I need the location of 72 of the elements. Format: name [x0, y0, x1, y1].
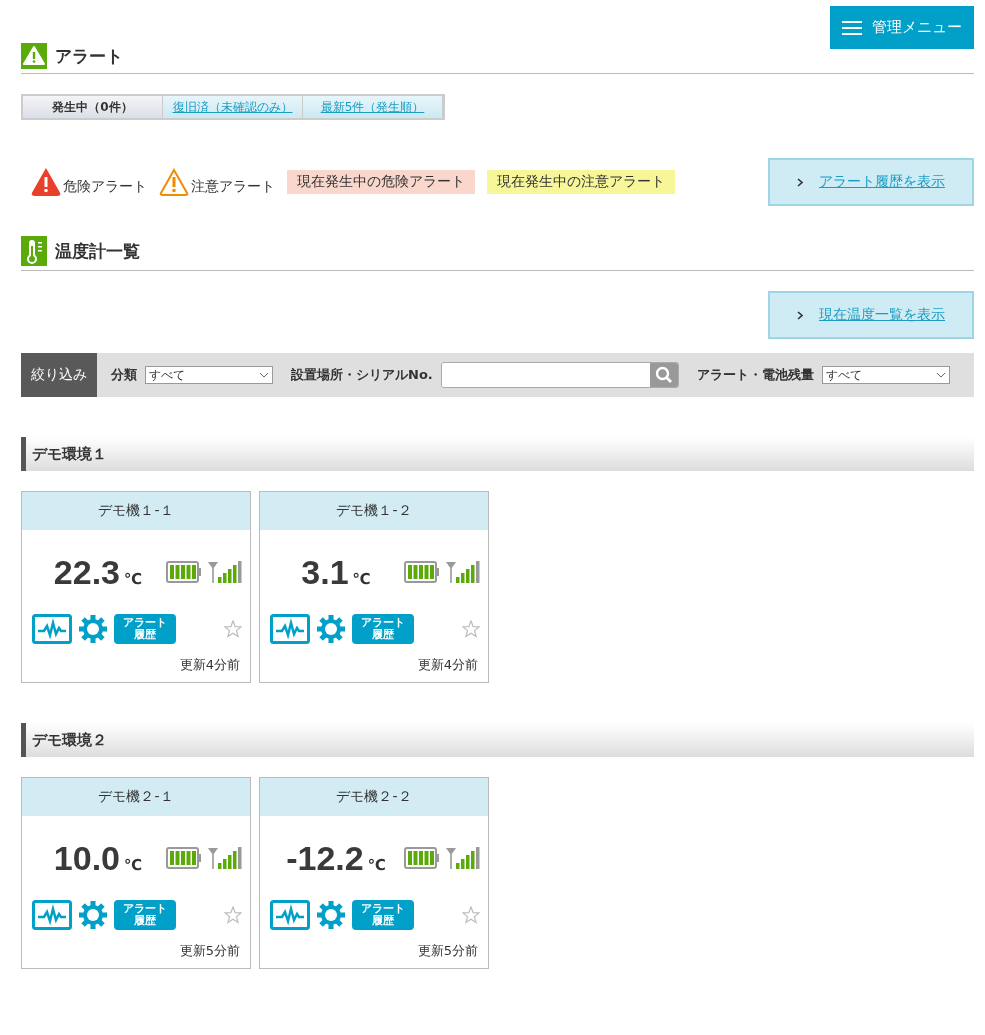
warning-icon — [21, 43, 47, 69]
updated-time: 更新4分前 — [179, 657, 240, 672]
search-icon — [654, 366, 673, 384]
alert-tab[interactable]: 最新5件（発生順） — [303, 96, 443, 118]
alert-history-button[interactable]: アラート履歴 — [114, 614, 176, 644]
category-select[interactable]: すべて — [145, 366, 273, 384]
updated-time: 更新4分前 — [417, 657, 478, 672]
temperature-unit: ℃ — [367, 855, 386, 874]
legend-swatch: 現在発生中の危険アラート — [287, 170, 475, 194]
battery-icon — [404, 847, 440, 869]
caret-icon — [259, 372, 269, 378]
menu-icon — [842, 19, 862, 36]
signal-icon — [208, 847, 244, 869]
legend-label: 注意アラート — [191, 178, 275, 196]
temperature-value: 10.0 — [53, 838, 120, 878]
signal-icon — [446, 847, 482, 869]
status-select[interactable]: すべて — [821, 366, 950, 384]
caret-icon — [935, 372, 946, 378]
section-title: アラート — [55, 44, 123, 68]
updated-time: 更新5分前 — [179, 943, 240, 958]
section-title: 温度計一覧 — [55, 239, 140, 263]
temperature-unit: ℃ — [124, 569, 143, 588]
device-name: デモ機２-１ — [22, 778, 250, 816]
star-icon[interactable] — [224, 620, 242, 638]
danger-icon — [31, 168, 61, 196]
temperature-unit: ℃ — [352, 569, 371, 588]
warning-icon — [159, 168, 189, 196]
gear-icon[interactable] — [316, 900, 346, 930]
alert-tab[interactable]: 発生中（0件） — [23, 96, 163, 118]
graph-icon[interactable] — [32, 614, 72, 644]
menu-button[interactable]: 管理メニュー — [830, 6, 974, 49]
signal-icon — [446, 561, 482, 583]
temperature-list-link[interactable]: 現在温度一覧を表示 — [768, 291, 974, 339]
device-name: デモ機１-１ — [22, 492, 250, 530]
gear-icon[interactable] — [316, 614, 346, 644]
graph-icon[interactable] — [32, 900, 72, 930]
filter-label: 絞り込み — [21, 353, 97, 397]
signal-icon — [208, 561, 244, 583]
alert-history-button[interactable]: アラート履歴 — [114, 900, 176, 930]
temperature-value: -12.2 — [286, 838, 364, 878]
temperature-value: 22.3 — [53, 552, 120, 592]
alert-history-button[interactable]: アラート履歴 — [352, 614, 414, 644]
graph-icon[interactable] — [270, 614, 310, 644]
star-icon[interactable] — [224, 906, 242, 924]
location-label: 設置場所・シリアルNo. — [291, 366, 433, 384]
gear-icon[interactable] — [78, 900, 108, 930]
search-field[interactable] — [440, 362, 679, 388]
thermometer-icon — [21, 236, 47, 266]
gear-icon[interactable] — [78, 614, 108, 644]
legend-label: 危険アラート — [63, 178, 147, 196]
category-label: 分類 — [111, 366, 137, 384]
battery-icon — [404, 561, 440, 583]
alert-tab[interactable]: 復旧済（未確認のみ） — [163, 96, 303, 118]
group-header: デモ環境２ — [21, 723, 974, 757]
legend-swatch: 現在発生中の注意アラート — [487, 170, 675, 194]
device-name: デモ機１-２ — [260, 492, 488, 530]
chevron-icon — [797, 177, 803, 187]
status-label: アラート・電池残量 — [696, 366, 814, 384]
alert-history-link[interactable]: アラート履歴を表示 — [768, 158, 974, 206]
graph-icon[interactable] — [270, 900, 310, 930]
updated-time: 更新5分前 — [417, 943, 478, 958]
battery-icon — [166, 847, 202, 869]
search-button[interactable] — [649, 363, 678, 387]
group-header: デモ環境１ — [21, 437, 974, 471]
chevron-icon — [797, 310, 803, 320]
temperature-value: 3.1 — [301, 552, 349, 592]
star-icon[interactable] — [462, 906, 480, 924]
star-icon[interactable] — [462, 620, 480, 638]
battery-icon — [166, 561, 202, 583]
device-name: デモ機２-２ — [260, 778, 488, 816]
temperature-unit: ℃ — [124, 855, 143, 874]
alert-history-button[interactable]: アラート履歴 — [352, 900, 414, 930]
